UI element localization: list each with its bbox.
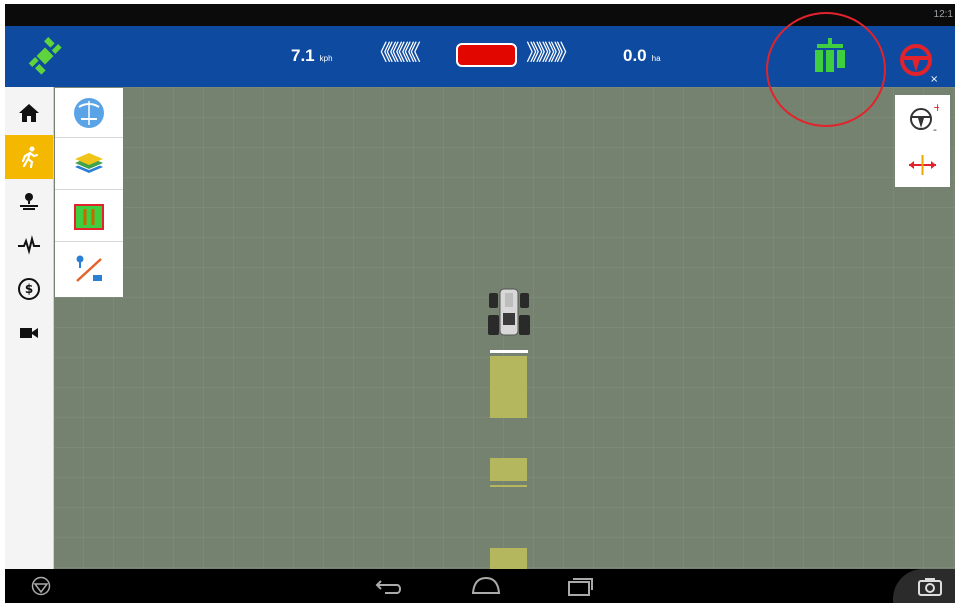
coverage-strip — [490, 356, 527, 418]
speed-unit: kph — [319, 54, 333, 63]
map-flyout-menu — [55, 88, 123, 297]
steering-sensitivity-icon: + - — [910, 102, 939, 134]
sidebar-item-costs[interactable]: $ — [5, 267, 53, 311]
recent-apps-icon[interactable] — [565, 575, 595, 597]
auto-steer-off-icon[interactable]: × — [896, 40, 942, 84]
speed-value: 7.1 — [291, 46, 315, 65]
guidance-error-indicator — [456, 43, 517, 67]
area-readout: 0.0 ha — [623, 46, 661, 66]
area-value: 0.0 — [623, 46, 647, 65]
steering-sensitivity-button[interactable]: + - — [895, 95, 950, 140]
screenshot-button[interactable] — [893, 569, 955, 603]
home-icon[interactable] — [470, 575, 502, 597]
field-globe-icon — [74, 98, 104, 128]
running-man-icon — [21, 146, 39, 169]
sidebar-item-diagnostics[interactable] — [5, 223, 53, 267]
nudge-icon — [909, 155, 936, 175]
speed-readout: 7.1 kph — [291, 46, 333, 66]
coverage-strip — [490, 548, 527, 569]
sidebar-item-home[interactable] — [5, 91, 53, 135]
android-nav-bar — [5, 569, 955, 603]
status-clock: 12:1 — [933, 9, 953, 20]
boundary-marker-icon — [76, 255, 102, 282]
screenshot-camera-icon — [918, 578, 942, 596]
layers-icon — [75, 153, 103, 173]
svg-text:$: $ — [25, 282, 33, 296]
coverage-strip — [490, 458, 527, 481]
highlight-circle — [766, 12, 886, 127]
home-icon — [19, 104, 39, 122]
dollar-coin-icon: $ — [18, 278, 40, 300]
field-map[interactable] — [53, 87, 955, 569]
steering-panel: + - — [895, 95, 950, 187]
pulse-icon — [18, 235, 40, 255]
tractor-icon — [488, 288, 530, 336]
flyout-item-guidance[interactable] — [55, 192, 123, 242]
brand-logo-icon[interactable] — [31, 576, 51, 596]
area-unit: ha — [651, 54, 661, 63]
sidebar-item-run[interactable] — [5, 135, 53, 179]
nudge-button[interactable] — [895, 142, 950, 187]
svg-text:-: - — [933, 123, 937, 134]
flyout-item-field[interactable] — [55, 88, 123, 138]
left-sidebar: $ — [5, 87, 54, 569]
video-camera-icon — [20, 328, 38, 338]
flyout-item-layers[interactable] — [55, 140, 123, 190]
implement-bar — [490, 350, 528, 353]
map-pin-icon — [20, 193, 38, 210]
guidance-left-chevrons: 《《《《《《 — [369, 40, 421, 65]
guidance-lines-icon — [74, 204, 104, 230]
coverage-strip — [490, 485, 527, 487]
svg-text:+: + — [933, 102, 939, 114]
sidebar-item-camera[interactable] — [5, 311, 53, 355]
guidance-right-chevrons: 》》》》》》 — [526, 40, 578, 65]
svg-text:×: × — [930, 74, 938, 84]
sidebar-item-location[interactable] — [5, 179, 53, 223]
satellite-icon[interactable] — [25, 36, 65, 76]
flyout-item-boundary[interactable] — [55, 244, 123, 294]
back-icon[interactable] — [375, 577, 403, 595]
